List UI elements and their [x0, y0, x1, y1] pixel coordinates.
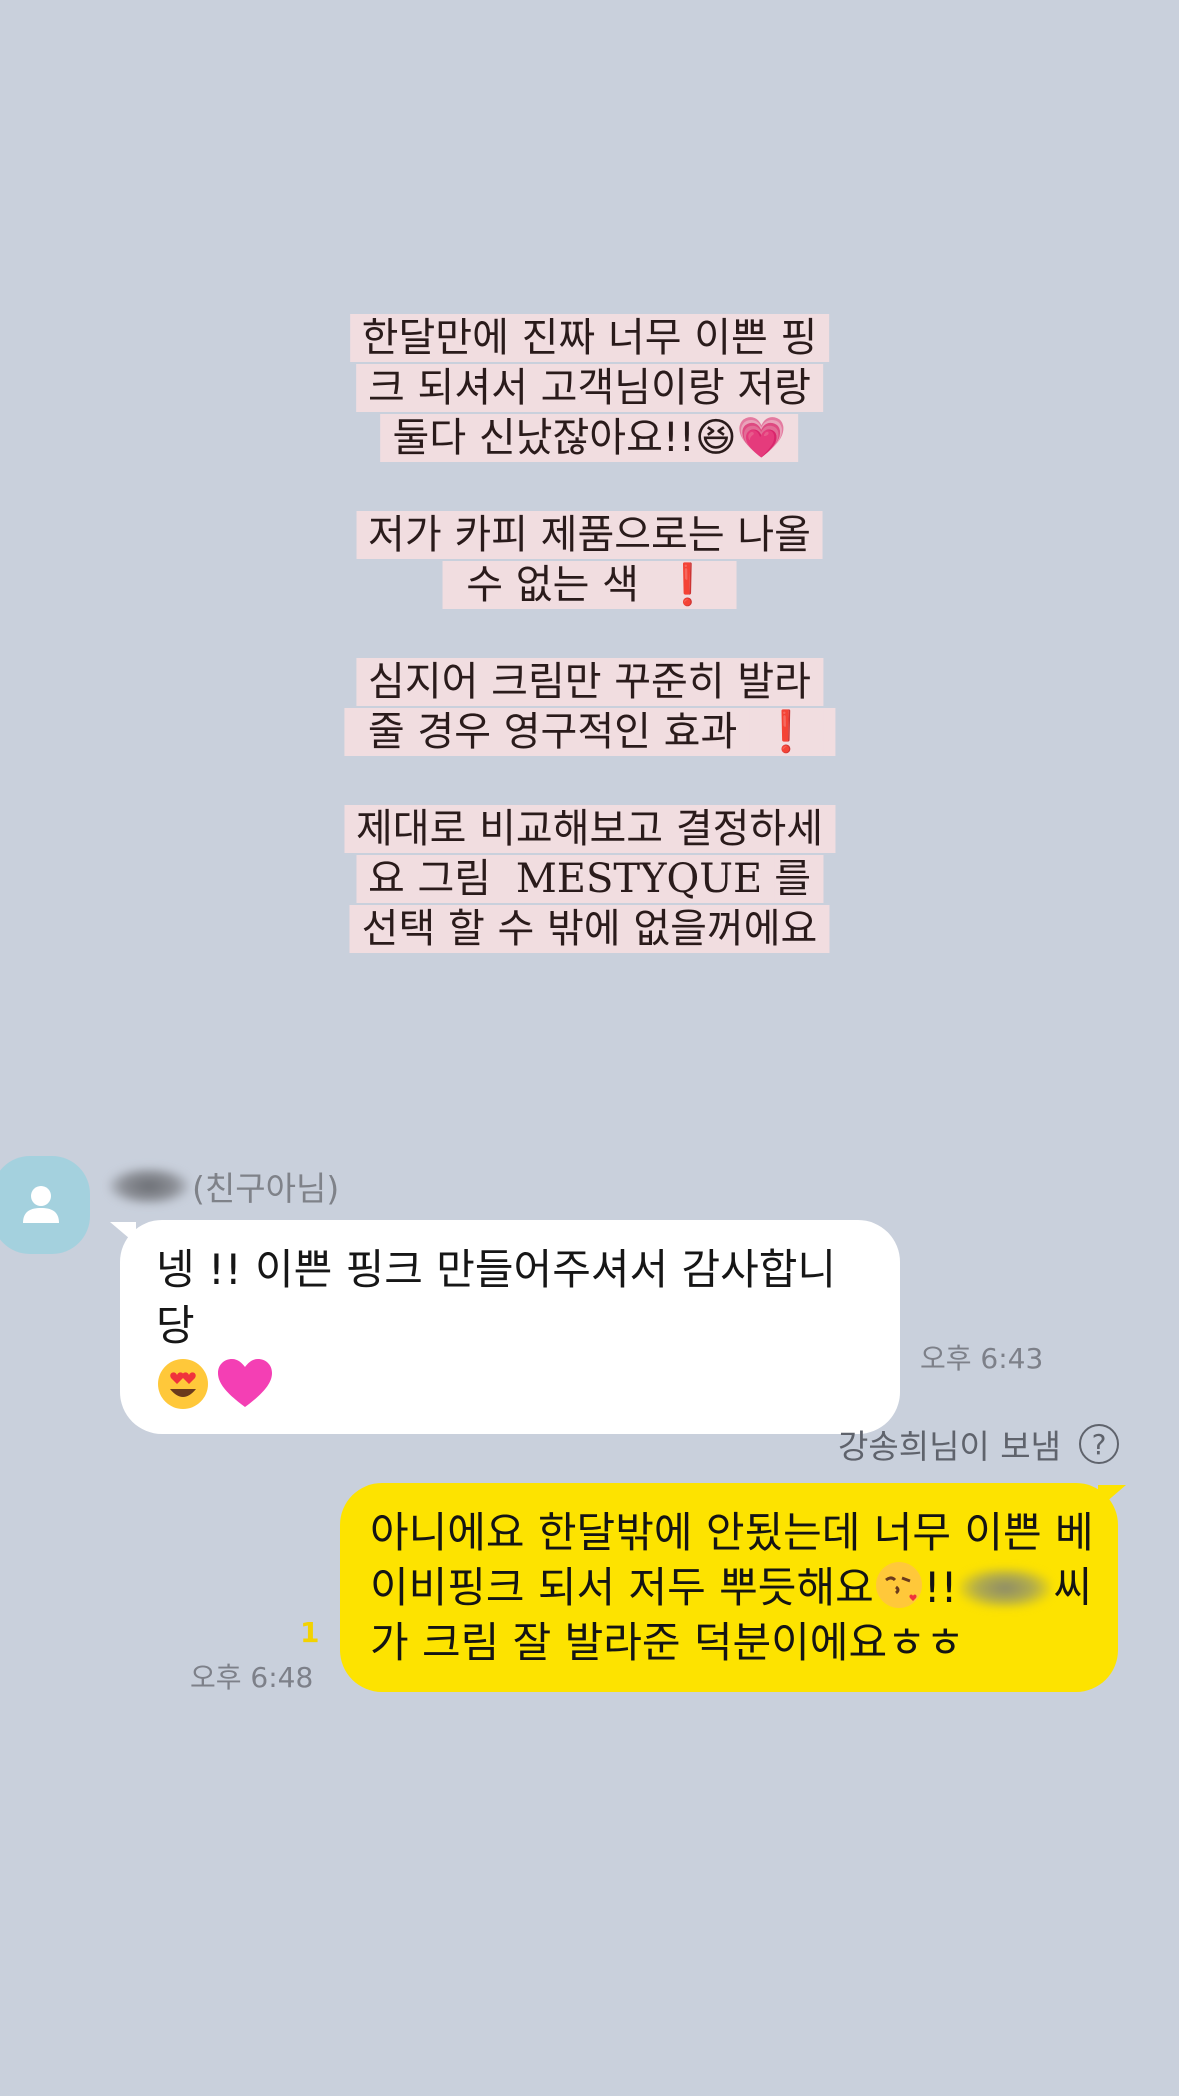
caption-line: 줄 경우 영구적인 효과	[355, 708, 750, 756]
caption-line: 한달만에 진짜 너무 이쁜 핑	[349, 314, 830, 362]
caption-line: 수 없는 색	[454, 561, 651, 609]
sent-by-text: 강송희님이 보냄	[837, 1427, 1061, 1466]
message-text: 넹 !! 이쁜 핑크 만들어주셔서 감사합니당	[156, 1245, 837, 1350]
caption-line: 심지어 크림만 꾸준히 발라	[356, 658, 823, 706]
message-text: !!	[923, 1563, 958, 1612]
caption-line: 둘다 신났잖아요!!😆💗	[380, 414, 799, 462]
caption-line: 요 그림 MESTYQUE 를	[355, 855, 823, 903]
caption-line: 저가 카피 제품으로는 나올	[356, 511, 823, 559]
pink-heart-emoji-icon	[218, 1359, 272, 1407]
caption-line: 선택 할 수 밖에 없을꺼에요	[349, 905, 830, 953]
avatar[interactable]	[0, 1156, 90, 1254]
message-text: 씨	[1053, 1563, 1093, 1612]
message-text: 아니에요 한달밖에 안됬는데 너무 이쁜 베	[370, 1508, 1094, 1557]
sent-by-label: 강송희님이 보냄 ?	[838, 1420, 1119, 1468]
exclamation-icon: ❗	[749, 708, 824, 756]
message-text: 이비핑크 되서 저두 뿌듯해요	[370, 1563, 874, 1612]
kissing-heart-emoji-icon	[875, 1562, 922, 1608]
brand-name: MESTYQUE	[503, 855, 775, 903]
message-timestamp: 오후 6:43	[920, 1342, 1044, 1375]
unread-count: 1	[300, 1616, 320, 1649]
message-emoji-row	[156, 1356, 868, 1412]
caption-block-2: 저가 카피 제품으로는 나올 수 없는 색 ❗	[356, 510, 823, 610]
outgoing-message-bubble[interactable]: 아니에요 한달밖에 안됬는데 너무 이쁜 베 이비핑크 되서 저두 뿌듯해요 !…	[340, 1483, 1118, 1692]
caption-line: 제대로 비교해보고 결정하세	[343, 805, 836, 853]
message-text-row: 이비핑크 되서 저두 뿌듯해요 !! 씨	[370, 1560, 1098, 1615]
sender-name[interactable]: (친구아님)	[108, 1162, 339, 1210]
message-timestamp: 오후 6:48	[190, 1661, 314, 1694]
caption-block-4: 제대로 비교해보고 결정하세 요 그림 MESTYQUE 를 선택 할 수 밖에 …	[343, 804, 836, 954]
caption-block-3: 심지어 크림만 꾸준히 발라 줄 경우 영구적인 효과 ❗	[343, 657, 836, 757]
heart-eyes-emoji-icon	[158, 1359, 208, 1409]
message-text: 가 크림 잘 발라준 덕분이에요ㅎㅎ	[370, 1618, 965, 1667]
caption-block-1: 한달만에 진짜 너무 이쁜 핑 크 되셔서 고객님이랑 저랑 둘다 신났잖아요!…	[349, 313, 830, 463]
redacted-name	[959, 1568, 1052, 1608]
help-icon[interactable]: ?	[1079, 1424, 1119, 1464]
incoming-message-bubble[interactable]: 넹 !! 이쁜 핑크 만들어주셔서 감사합니당	[120, 1220, 900, 1434]
redacted-name	[108, 1167, 190, 1205]
exclamation-icon: ❗	[650, 561, 725, 609]
default-profile-icon	[23, 1186, 59, 1223]
caption-line: 크 되셔서 고객님이랑 저랑	[356, 364, 823, 412]
sender-status: (친구아님)	[192, 1169, 340, 1208]
